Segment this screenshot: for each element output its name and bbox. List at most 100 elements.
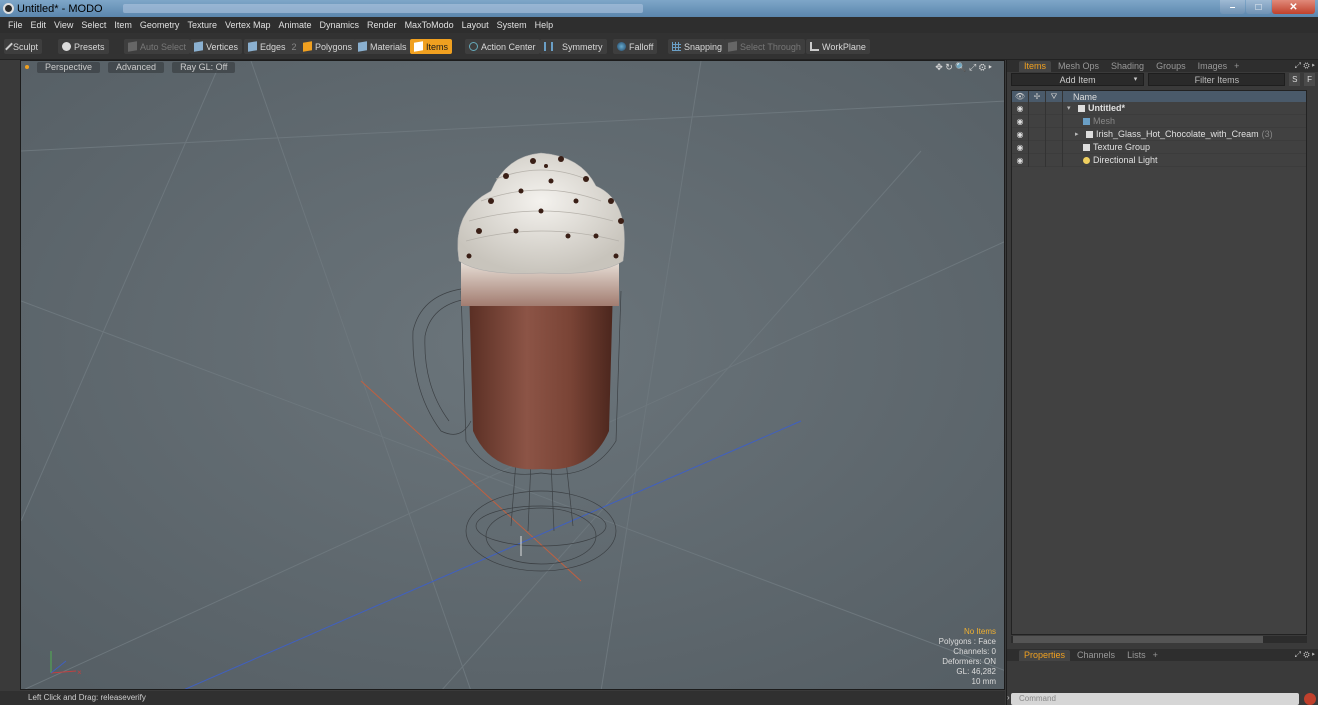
menu-edit[interactable]: Edit bbox=[27, 20, 51, 30]
visibility-eye-icon[interactable]: ◉ bbox=[1012, 127, 1029, 141]
tab-lists[interactable]: Lists bbox=[1122, 650, 1151, 661]
expand-arrow-icon[interactable]: ▸ bbox=[1075, 130, 1083, 138]
add-tab-button[interactable]: + bbox=[1234, 61, 1239, 71]
items-panel-tabs: Items Mesh Ops Shading Groups Images + ⤢… bbox=[1007, 60, 1318, 72]
tab-channels[interactable]: Channels bbox=[1072, 650, 1120, 661]
s-button[interactable]: S bbox=[1289, 73, 1301, 86]
falloff-button[interactable]: Falloff bbox=[613, 39, 658, 54]
list-item[interactable]: ◉ ▾ Untitled* bbox=[1012, 101, 1306, 115]
polygons-button[interactable]: Polygons bbox=[299, 39, 357, 54]
snapping-label: Snapping bbox=[684, 41, 723, 52]
brush-icon bbox=[5, 42, 13, 51]
visibility-eye-icon[interactable]: ◉ bbox=[1012, 140, 1029, 154]
menu-select[interactable]: Select bbox=[77, 20, 110, 30]
select-through-icon bbox=[728, 41, 737, 52]
menu-dynamics[interactable]: Dynamics bbox=[316, 20, 364, 30]
panel-options-icon[interactable]: ⤢ ⚙ ▸ bbox=[1295, 61, 1315, 71]
menu-file[interactable]: File bbox=[4, 20, 27, 30]
list-item[interactable]: ◉ Texture Group bbox=[1012, 140, 1306, 154]
symmetry-label: Symmetry bbox=[562, 41, 603, 52]
add-item-dropdown[interactable]: Add Item ▾ bbox=[1011, 73, 1145, 86]
auto-select-button[interactable]: Auto Select bbox=[124, 39, 191, 54]
viewport-stats: No Items Polygons : Face Channels: 0 Def… bbox=[939, 627, 996, 687]
list-item[interactable]: ◉ Directional Light bbox=[1012, 153, 1306, 167]
horizontal-scrollbar[interactable] bbox=[1011, 636, 1307, 643]
vertices-button[interactable]: Vertices bbox=[190, 39, 243, 54]
stat-no-items: No Items bbox=[963, 627, 996, 636]
panel-options-icon[interactable]: ⤢ ⚙ ▸ bbox=[1295, 650, 1315, 660]
chevron-down-icon: ▾ bbox=[1133, 76, 1138, 83]
viewport-nav-tools[interactable]: ✥ ↻ 🔍 ⤢ ⚙ ▸ bbox=[935, 62, 992, 73]
group-label: Irish_Glass_Hot_Chocolate_with_Cream bbox=[1096, 129, 1259, 139]
menu-geometry[interactable]: Geometry bbox=[136, 20, 184, 30]
filter-icon[interactable]: ⛛ bbox=[1046, 91, 1063, 102]
texture-group-icon bbox=[1083, 143, 1090, 151]
menu-item[interactable]: Item bbox=[110, 20, 136, 30]
menu-layout[interactable]: Layout bbox=[458, 20, 493, 30]
command-history-button[interactable] bbox=[1304, 693, 1316, 705]
menu-render[interactable]: Render bbox=[363, 20, 401, 30]
workplane-button[interactable]: WorkPlane bbox=[806, 39, 870, 54]
f-button[interactable]: F bbox=[1304, 73, 1316, 86]
viewport-scene: × bbox=[21, 61, 1004, 689]
materials-button[interactable]: Materials bbox=[354, 39, 411, 54]
polygons-icon bbox=[303, 41, 312, 52]
visibility-eye-icon[interactable]: ◉ bbox=[1012, 114, 1029, 128]
left-tool-strip bbox=[0, 60, 20, 690]
tab-groups[interactable]: Groups bbox=[1151, 61, 1191, 72]
tab-properties[interactable]: Properties bbox=[1019, 649, 1071, 661]
menu-maxtomodo[interactable]: MaxToModo bbox=[401, 20, 458, 30]
presets-icon bbox=[62, 42, 71, 51]
items-toolbar: Add Item ▾ Filter Items S F bbox=[1011, 73, 1316, 87]
advanced-tab[interactable]: Advanced bbox=[108, 61, 165, 73]
list-item[interactable]: ◉ ▸ Irish_Glass_Hot_Chocolate_with_Cream(… bbox=[1012, 127, 1306, 141]
menu-system[interactable]: System bbox=[493, 20, 531, 30]
tab-shading[interactable]: Shading bbox=[1106, 61, 1149, 72]
select-through-button[interactable]: Select Through bbox=[724, 39, 805, 54]
items-button[interactable]: Items bbox=[410, 39, 453, 54]
menu-animate[interactable]: Animate bbox=[274, 20, 315, 30]
perspective-tab[interactable]: Perspective bbox=[37, 61, 101, 73]
svg-text:×: × bbox=[77, 668, 82, 677]
menu-texture[interactable]: Texture bbox=[183, 20, 221, 30]
tab-items[interactable]: Items bbox=[1019, 60, 1052, 72]
materials-label: Materials bbox=[370, 41, 407, 52]
visibility-eye-icon[interactable]: ◉ bbox=[1012, 101, 1029, 115]
action-center-button[interactable]: Action Center bbox=[465, 39, 540, 54]
close-button[interactable]: ✕ bbox=[1272, 0, 1315, 14]
raygl-tab[interactable]: Ray GL: Off bbox=[172, 61, 236, 73]
maximize-button[interactable]: □ bbox=[1246, 0, 1271, 14]
filter-items-input[interactable]: Filter Items bbox=[1148, 73, 1286, 86]
window-title: Untitled* - MODO bbox=[17, 2, 103, 15]
menu-view[interactable]: View bbox=[50, 20, 77, 30]
command-input[interactable]: Command bbox=[1011, 693, 1299, 705]
name-column-header[interactable]: Name bbox=[1063, 92, 1097, 102]
sculpt-label: Sculpt bbox=[13, 41, 39, 52]
tab-mesh-ops[interactable]: Mesh Ops bbox=[1053, 61, 1104, 72]
sculpt-button[interactable]: Sculpt bbox=[4, 39, 43, 54]
right-panel: Items Mesh Ops Shading Groups Images + ⤢… bbox=[1006, 60, 1318, 705]
edges-button[interactable]: Edges 2 bbox=[244, 39, 301, 54]
add-tab-button[interactable]: + bbox=[1153, 650, 1158, 660]
collapse-arrow-icon[interactable]: ▾ bbox=[1067, 104, 1075, 112]
list-item[interactable]: ◉ Mesh bbox=[1012, 114, 1306, 128]
select-through-label: Select Through bbox=[740, 41, 801, 52]
item-list-header: 👁 ✢ ⛛ Name bbox=[1012, 91, 1306, 102]
3d-viewport[interactable]: × Perspective Advanced Ray GL: Off ✥ ↻ 🔍… bbox=[20, 60, 1005, 690]
falloff-icon bbox=[617, 42, 626, 51]
menu-vertex-map[interactable]: Vertex Map bbox=[221, 20, 275, 30]
scene-label: Untitled* bbox=[1088, 103, 1125, 113]
visibility-eye-icon[interactable]: ◉ bbox=[1012, 153, 1029, 167]
presets-button[interactable]: Presets bbox=[58, 39, 109, 54]
tab-images[interactable]: Images bbox=[1193, 61, 1233, 72]
eye-icon[interactable]: 👁 bbox=[1012, 91, 1029, 102]
snapping-icon bbox=[672, 42, 681, 51]
main-toolbar: Sculpt Presets Auto Select Vertices Edge… bbox=[0, 33, 1318, 60]
lock-icon[interactable]: ✢ bbox=[1029, 91, 1046, 102]
symmetry-button[interactable]: Symmetry bbox=[540, 39, 607, 54]
symmetry-icon bbox=[544, 42, 553, 51]
polygons-label: Polygons bbox=[315, 41, 353, 52]
snapping-button[interactable]: Snapping bbox=[668, 39, 727, 54]
menu-help[interactable]: Help bbox=[531, 20, 558, 30]
minimize-button[interactable]: – bbox=[1220, 0, 1245, 14]
